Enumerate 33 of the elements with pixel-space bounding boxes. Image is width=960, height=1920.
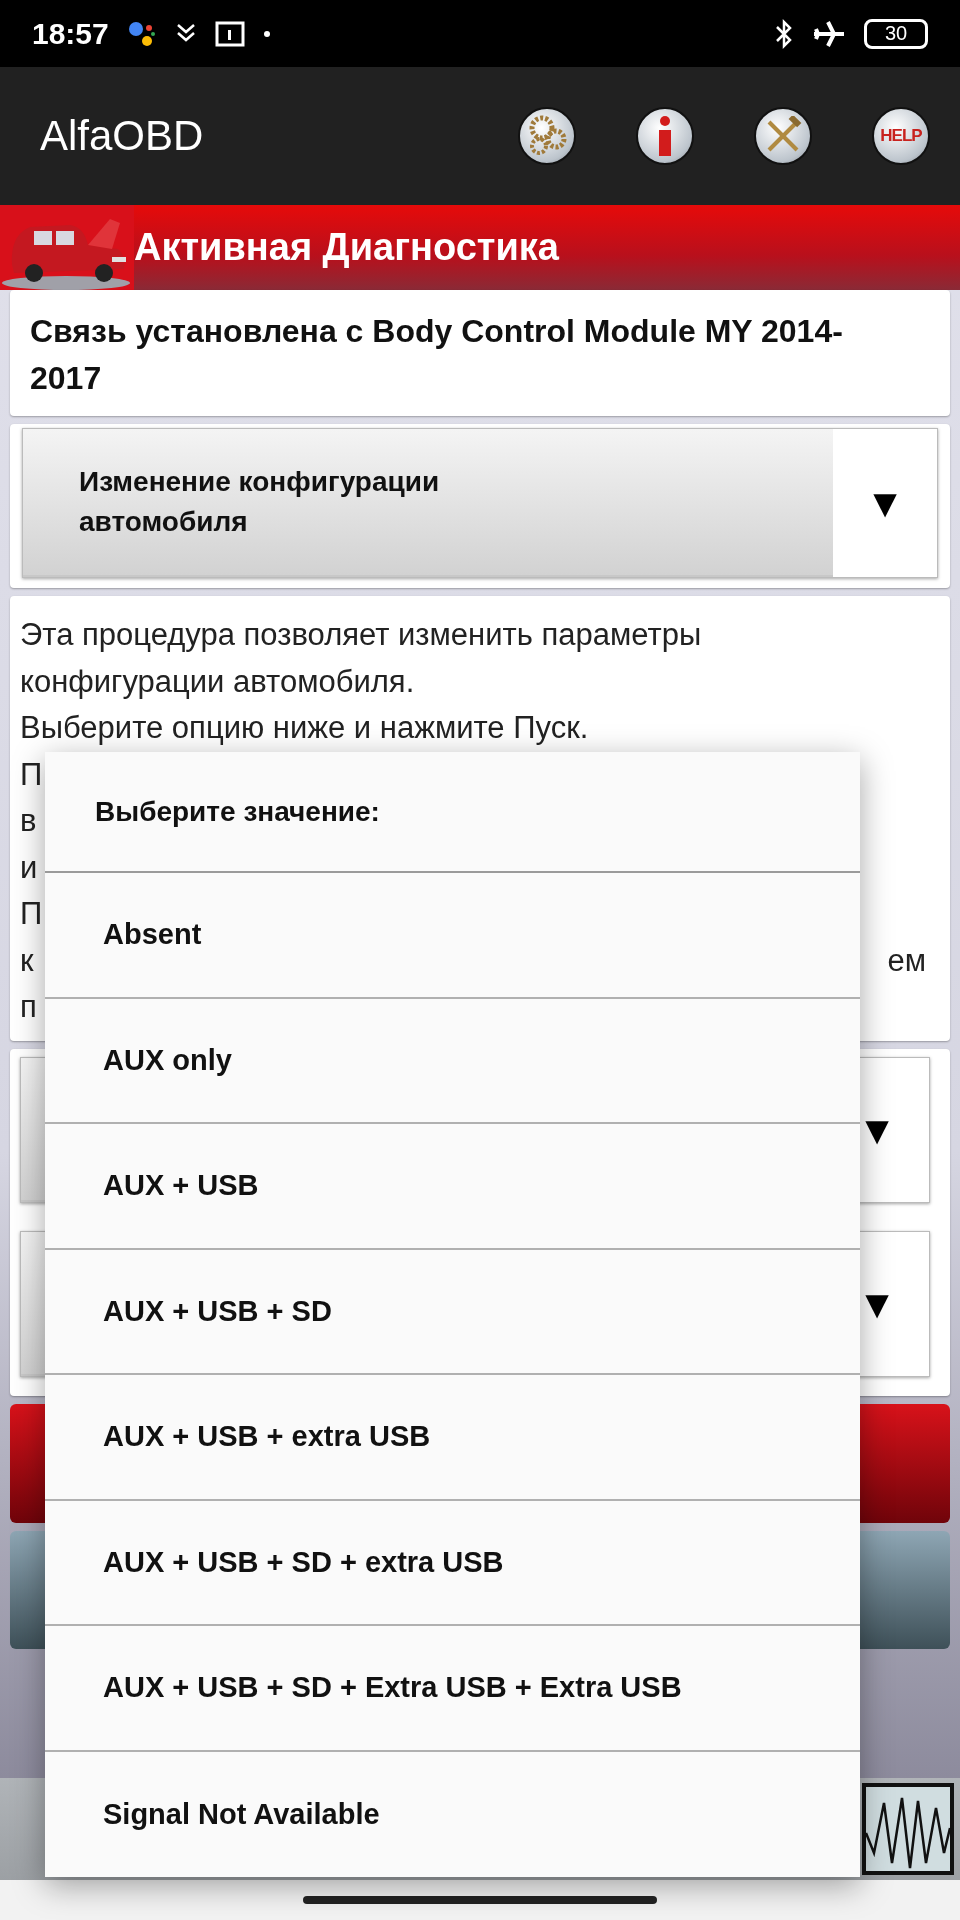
description-text: п xyxy=(20,988,37,1026)
description-text: П xyxy=(20,755,43,794)
description-text: П xyxy=(20,895,43,933)
option-item[interactable]: AUX + USB + extra USB xyxy=(45,1375,860,1501)
battery-icon: 30 xyxy=(864,18,928,49)
description-text: и xyxy=(20,848,38,887)
description-text: Выберите опцию ниже и нажмите Пуск. xyxy=(20,709,589,747)
description-text: в xyxy=(20,802,37,840)
option-item[interactable]: Absent xyxy=(45,873,860,999)
dot-icon xyxy=(262,29,271,38)
description-text: к xyxy=(20,941,34,980)
dialog-title: Выберите значение: xyxy=(45,752,860,873)
bluetooth-icon xyxy=(774,17,794,50)
option-item[interactable]: AUX + USB + SD + extra USB xyxy=(45,1500,860,1626)
description-text: конфигурации автомобиля. xyxy=(20,662,415,701)
help-button[interactable]: HELP xyxy=(872,107,930,165)
description-text: ем xyxy=(887,941,926,980)
waveform-icon[interactable] xyxy=(862,1783,954,1875)
option-item[interactable]: AUX only xyxy=(45,998,860,1124)
app-title: AlfaOBD xyxy=(40,112,205,160)
home-handle[interactable] xyxy=(303,1896,657,1904)
status-time: 18:57 xyxy=(32,16,109,51)
info-icon xyxy=(657,116,673,156)
description-text: Эта процедура позволяет изменить параметры xyxy=(20,616,702,654)
option-item[interactable]: AUX + USB xyxy=(45,1124,860,1250)
option-item[interactable]: AUX + USB + SD + Extra USB + Extra USB xyxy=(45,1626,860,1752)
calendar-icon xyxy=(214,19,245,48)
screen-title: Активная Диагностика xyxy=(134,226,559,269)
option-item[interactable]: AUX + USB + SD xyxy=(45,1249,860,1375)
connection-status: Связь установлена с Body Control Module MY 2014-2017 xyxy=(29,312,844,398)
option-item[interactable]: Signal Not Available xyxy=(45,1751,860,1877)
airplane-icon xyxy=(812,18,846,49)
procedure-dropdown[interactable]: Изменение конфигурации автомобиля ▼ xyxy=(22,428,938,578)
